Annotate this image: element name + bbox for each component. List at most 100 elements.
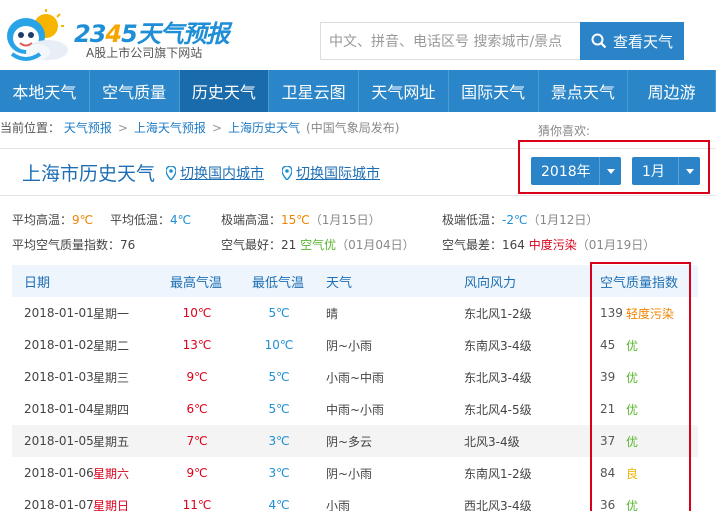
location-pin-icon <box>166 166 176 180</box>
year-select[interactable]: 2018年 <box>531 157 621 185</box>
nav-item[interactable]: 空气质量 <box>90 70 180 112</box>
page-title: 上海市历史天气 <box>22 163 156 185</box>
nav-item[interactable]: 景点天气 <box>539 70 629 112</box>
stat-label: 平均空气质量指数： <box>12 238 121 252</box>
cell-low-temp: 10℃ <box>264 338 294 352</box>
cell-weather: 阴~小雨 <box>326 338 373 353</box>
cell-date: 2018-01-03 <box>24 370 94 384</box>
main-nav: 本地天气 空气质量 历史天气 卫星云图 天气网址 国际天气 景点天气 周边游 <box>0 70 716 112</box>
cell-weekday: 星期一 <box>93 306 130 321</box>
col-header-wind: 风向风力 <box>464 275 517 291</box>
switch-intl-label: 切换国际城市 <box>296 166 380 182</box>
cell-wind: 东南风3-4级 <box>464 338 532 353</box>
aqi-highlight-box <box>590 262 691 511</box>
cell-wind: 东北风1-2级 <box>464 306 532 321</box>
search-button[interactable]: 查看天气 <box>580 22 684 60</box>
stat-value: 164 <box>502 238 525 252</box>
search-placeholder: 中文、拼音、电话区号 搜索城市/景点 <box>329 34 563 50</box>
stat-date: （1月15日） <box>309 213 381 227</box>
switch-intl-city-link[interactable]: 切换国际城市 <box>282 163 380 183</box>
stat-label: 平均低温： <box>110 213 171 227</box>
stat-worst-air: 空气最差：164 中度污染（01月19日） <box>442 236 655 253</box>
nav-item[interactable]: 历史天气 <box>179 70 270 112</box>
cell-low-temp: 5℃ <box>268 370 290 384</box>
cell-weekday: 星期六 <box>93 466 130 481</box>
chevron-down-icon <box>678 157 700 185</box>
month-select-value: 1月 <box>642 164 665 180</box>
cell-weather: 中雨~小雨 <box>326 402 385 417</box>
cell-high-temp: 9℃ <box>186 466 208 480</box>
stat-value: -2℃ <box>502 213 528 227</box>
cell-wind: 西北风3-4级 <box>464 498 532 511</box>
breadcrumb-link-home[interactable]: 天气预报 <box>64 121 112 135</box>
cell-weekday: 星期日 <box>93 498 130 511</box>
stat-min-low: 极端低温：-2℃（1月12日） <box>442 211 598 228</box>
stat-label: 极端高温： <box>221 213 282 227</box>
search-input[interactable]: 中文、拼音、电话区号 搜索城市/景点 <box>320 22 580 60</box>
cell-high-temp: 9℃ <box>186 370 208 384</box>
cell-wind: 东北风3-4级 <box>464 370 532 385</box>
cell-date: 2018-01-04 <box>24 402 94 416</box>
nav-item[interactable]: 国际天气 <box>449 70 539 112</box>
cell-weather: 小雨~中雨 <box>326 370 385 385</box>
stat-label: 平均高温： <box>12 213 73 227</box>
month-select[interactable]: 1月 <box>632 157 700 185</box>
logo-subtitle: A股上市公司旗下网站 <box>86 46 203 60</box>
mascot-logo-icon <box>7 9 68 61</box>
cell-date: 2018-01-01 <box>24 306 94 320</box>
col-header-high: 最高气温 <box>170 275 223 291</box>
stat-value: 76 <box>120 238 136 252</box>
breadcrumb-sep: > <box>211 121 222 135</box>
cell-date: 2018-01-07 <box>24 498 94 511</box>
search-icon <box>591 33 607 49</box>
col-header-low: 最低气温 <box>252 275 305 291</box>
stat-level: 中度污染 <box>528 238 577 252</box>
guess-you-like-label: 猜你喜欢: <box>538 124 591 138</box>
breadcrumb-link-city[interactable]: 上海天气预报 <box>134 121 206 135</box>
cell-weather: 小雨 <box>326 498 351 511</box>
chevron-down-icon <box>599 157 621 185</box>
nav-item[interactable]: 天气网址 <box>359 70 449 112</box>
stat-date: （01月04日） <box>336 238 415 252</box>
cell-low-temp: 5℃ <box>268 306 290 320</box>
cell-high-temp: 10℃ <box>182 306 212 320</box>
stat-avg-low: 平均低温：4℃ <box>110 211 191 228</box>
breadcrumb: 当前位置： 天气预报 > 上海天气预报 > 上海历史天气 (中国气象局发布) <box>0 119 399 136</box>
stat-best-air: 空气最好：21 空气优（01月04日） <box>221 236 415 253</box>
switch-domestic-city-link[interactable]: 切换国内城市 <box>166 163 264 183</box>
cell-low-temp: 3℃ <box>268 434 290 448</box>
site-logo[interactable]: 2345天气预报 A股上市公司旗下网站 <box>2 6 232 66</box>
cell-weather: 阴~小雨 <box>326 466 373 481</box>
stat-avg-aqi: 平均空气质量指数：76 <box>12 236 135 253</box>
stat-level: 空气优 <box>300 238 337 252</box>
site-header: 2345天气预报 A股上市公司旗下网站 中文、拼音、电话区号 搜索城市/景点 查… <box>0 0 716 70</box>
stat-date: （1月12日） <box>527 213 599 227</box>
cell-weather: 阴~多云 <box>326 434 373 449</box>
nav-item[interactable]: 周边游 <box>628 70 716 112</box>
breadcrumb-link-history[interactable]: 上海历史天气 <box>228 121 300 135</box>
nav-item[interactable]: 本地天气 <box>0 70 90 112</box>
stat-value: 21 <box>281 238 297 252</box>
cell-date: 2018-01-06 <box>24 466 94 480</box>
stat-label: 极端低温： <box>442 213 503 227</box>
cell-wind: 北风3-4级 <box>464 434 520 449</box>
cell-low-temp: 4℃ <box>268 498 290 511</box>
switch-domestic-label: 切换国内城市 <box>180 166 264 182</box>
cell-low-temp: 3℃ <box>268 466 290 480</box>
stat-value: 4℃ <box>170 213 192 227</box>
stat-avg-high: 平均高温：9℃ <box>12 211 93 228</box>
breadcrumb-note: (中国气象局发布) <box>306 121 400 135</box>
cell-wind: 东南风1-2级 <box>464 466 532 481</box>
cell-date: 2018-01-02 <box>24 338 94 352</box>
nav-item[interactable]: 卫星云图 <box>269 70 359 112</box>
cell-weekday: 星期五 <box>93 434 130 449</box>
cell-date: 2018-01-05 <box>24 434 94 448</box>
col-header-weather: 天气 <box>326 275 353 291</box>
cell-high-temp: 11℃ <box>182 498 212 511</box>
breadcrumb-sep: > <box>117 121 128 135</box>
search-button-label: 查看天气 <box>612 32 673 51</box>
stat-max-high: 极端高温：15℃（1月15日） <box>221 211 381 228</box>
cell-low-temp: 5℃ <box>268 402 290 416</box>
stat-value: 15℃ <box>281 213 310 227</box>
cell-weekday: 星期二 <box>93 338 130 353</box>
